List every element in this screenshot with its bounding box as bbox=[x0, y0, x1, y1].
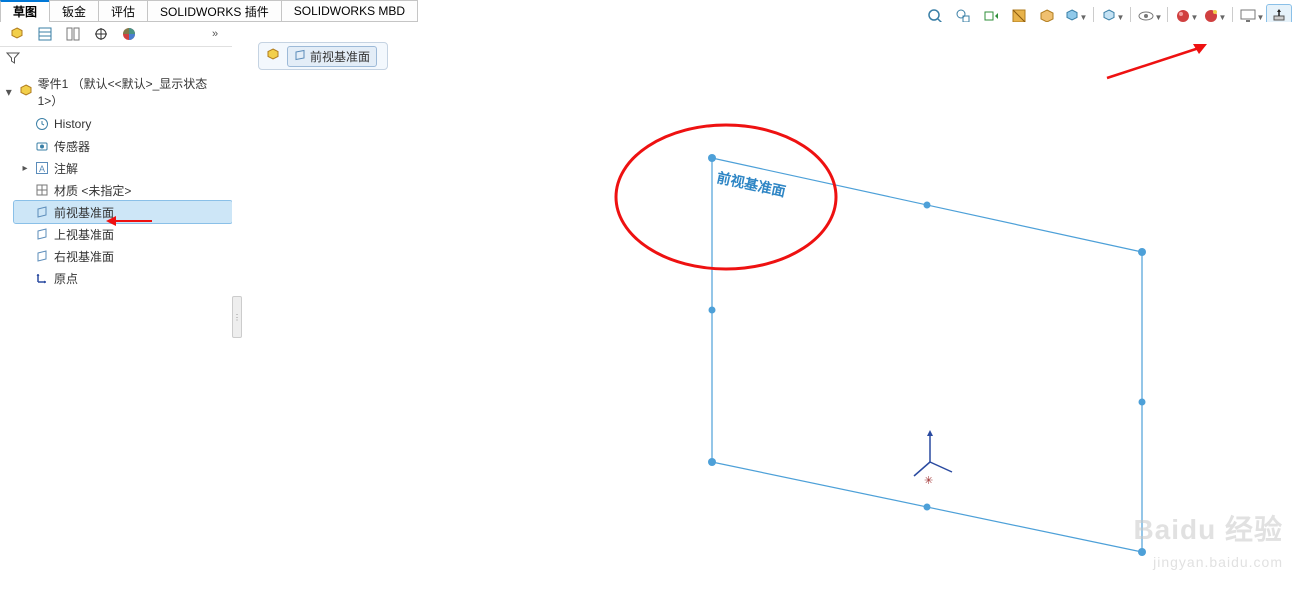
viewport-svg: 前视基准面 ✳ bbox=[242, 32, 1292, 592]
tab-label: SOLIDWORKS MBD bbox=[294, 4, 405, 18]
tree-node-history[interactable]: ▸History bbox=[14, 113, 232, 135]
tree-node-origin[interactable]: ▸原点 bbox=[14, 267, 232, 289]
annotation-circle bbox=[616, 125, 836, 269]
plane-icon bbox=[34, 204, 50, 220]
tree-node-annotations[interactable]: ▸ A 注解 bbox=[14, 157, 232, 179]
root-label: 零件1 （默认<<默认>_显示状态 1>） bbox=[38, 75, 228, 109]
filter-icon[interactable] bbox=[6, 51, 20, 68]
filter-row bbox=[0, 47, 232, 71]
svg-text:A: A bbox=[39, 164, 45, 174]
splitter-handle[interactable]: ⋮ bbox=[232, 296, 242, 338]
tree-node-right-plane[interactable]: ▸右视基准面 bbox=[14, 245, 232, 267]
tree-node-sensors[interactable]: ▸传感器 bbox=[14, 135, 232, 157]
chevron-down-icon: ▼ bbox=[1155, 13, 1161, 19]
tab-label: 钣金 bbox=[62, 3, 86, 20]
ribbon-tab-mbd[interactable]: SOLIDWORKS MBD bbox=[281, 0, 418, 22]
node-label: 传感器 bbox=[54, 138, 90, 155]
graphics-area[interactable]: 前视基准面 前视基准面 ✳ bbox=[232, 22, 1303, 592]
plane-icon bbox=[34, 248, 50, 264]
node-label: 右视基准面 bbox=[54, 248, 114, 265]
tab-label: SOLIDWORKS 插件 bbox=[160, 3, 269, 20]
plane-icon bbox=[34, 226, 50, 242]
node-label: 原点 bbox=[54, 270, 78, 287]
dimxpert-tab-icon[interactable] bbox=[88, 24, 114, 44]
material-icon bbox=[34, 182, 50, 198]
feature-manager-panel: » ▾ 零件1 （默认<<默认>_显示状态 1>） ▸History ▸传感器 … bbox=[0, 22, 233, 592]
plane-label-3d: 前视基准面 bbox=[715, 169, 787, 199]
chevron-down-icon: ▼ bbox=[1219, 13, 1225, 19]
chevron-down-icon: ▼ bbox=[1191, 13, 1197, 19]
panel-toolbar: » bbox=[0, 22, 232, 47]
chevron-down-icon: ▼ bbox=[1080, 13, 1086, 19]
feature-tree: ▸History ▸传感器 ▸ A 注解 ▸材质 <未指定> ▸前视基准面 ▸上视基… bbox=[0, 113, 232, 289]
tree-node-material[interactable]: ▸材质 <未指定> bbox=[14, 179, 232, 201]
ribbon-tab-evaluate[interactable]: 评估 bbox=[98, 0, 148, 22]
node-label: 前视基准面 bbox=[54, 204, 114, 221]
tree-node-front-plane[interactable]: ▸前视基准面 bbox=[14, 201, 232, 223]
chevron-down-icon: ▼ bbox=[1257, 13, 1263, 19]
chevron-down-icon: ▼ bbox=[1117, 13, 1123, 19]
node-label: 注解 bbox=[54, 160, 78, 177]
display-manager-tab-icon[interactable] bbox=[116, 24, 142, 44]
ribbon-tab-addins[interactable]: SOLIDWORKS 插件 bbox=[147, 0, 282, 22]
tree-node-top-plane[interactable]: ▸上视基准面 bbox=[14, 223, 232, 245]
origin-icon bbox=[34, 270, 50, 286]
annotation-icon: A bbox=[34, 160, 50, 176]
node-label: History bbox=[54, 117, 91, 131]
part-icon bbox=[18, 83, 34, 102]
history-icon bbox=[34, 116, 50, 132]
tab-label: 草图 bbox=[13, 3, 37, 20]
ribbon-tab-sketch[interactable]: 草图 bbox=[0, 0, 50, 23]
twistie-icon[interactable]: ▸ bbox=[20, 163, 30, 174]
node-label: 材质 <未指定> bbox=[54, 182, 131, 199]
tab-label: 评估 bbox=[111, 3, 135, 20]
feature-manager-tab-icon[interactable] bbox=[4, 24, 30, 44]
property-manager-tab-icon[interactable] bbox=[32, 24, 58, 44]
configuration-manager-tab-icon[interactable] bbox=[60, 24, 86, 44]
sensor-icon bbox=[34, 138, 50, 154]
tree-root[interactable]: ▾ 零件1 （默认<<默认>_显示状态 1>） bbox=[0, 71, 232, 113]
svg-text:✳: ✳ bbox=[924, 475, 933, 487]
node-label: 上视基准面 bbox=[54, 226, 114, 243]
twistie-icon[interactable]: ▾ bbox=[4, 85, 14, 99]
panel-expand-icon[interactable]: » bbox=[202, 24, 228, 44]
ribbon-tab-sheetmetal[interactable]: 钣金 bbox=[49, 0, 99, 22]
